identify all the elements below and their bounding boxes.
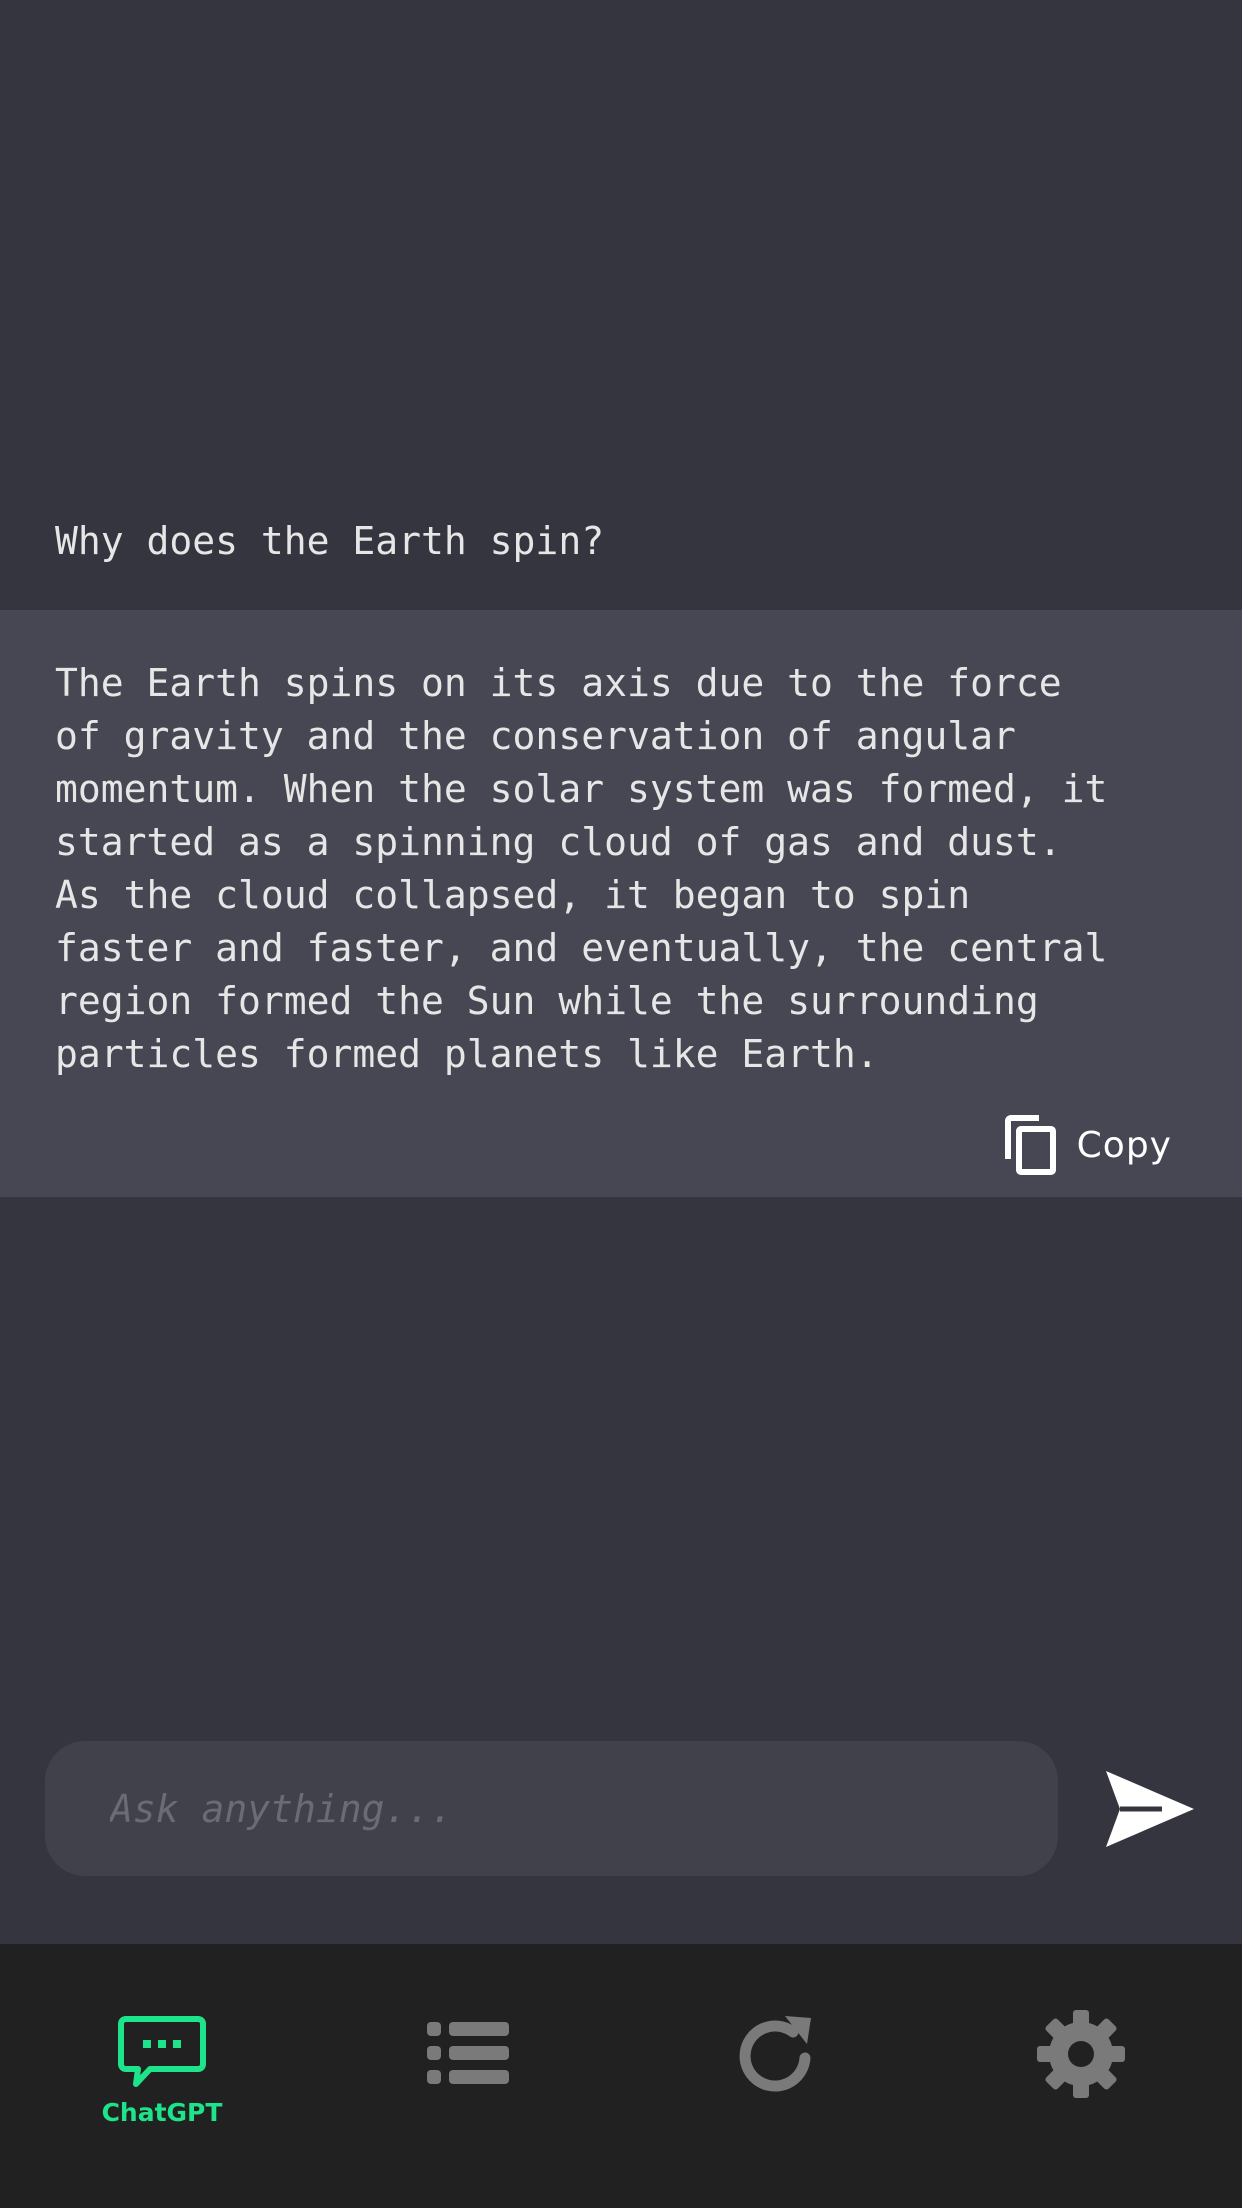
composer [45,1741,1197,1876]
bottom-tab-bar: ChatGPT [0,1944,1242,2208]
chat-bubble-icon [118,2016,206,2087]
tab-settings[interactable] [926,1944,1236,2208]
tab-history[interactable] [313,1944,623,2208]
assistant-answer-block: The Earth spins on its axis due to the f… [0,610,1242,1197]
tab-chatgpt[interactable]: ChatGPT [7,1944,317,2208]
list-icon [427,2022,509,2084]
tab-refresh[interactable] [620,1944,930,2208]
send-icon [1106,1771,1194,1847]
assistant-answer-text: The Earth spins on its axis due to the f… [55,661,1108,1076]
user-question: Why does the Earth spin? [55,519,605,563]
chat-screen: Why does the Earth spin? The Earth spins… [0,0,1242,2208]
refresh-icon [739,2016,811,2092]
copy-button[interactable]: Copy [1004,1115,1172,1175]
gear-icon [1037,2010,1125,2098]
tab-chatgpt-label: ChatGPT [101,2098,223,2127]
ask-input[interactable] [45,1741,1058,1876]
send-button[interactable] [1102,1769,1197,1849]
copy-label: Copy [1076,1124,1172,1166]
copy-icon [1004,1115,1056,1175]
